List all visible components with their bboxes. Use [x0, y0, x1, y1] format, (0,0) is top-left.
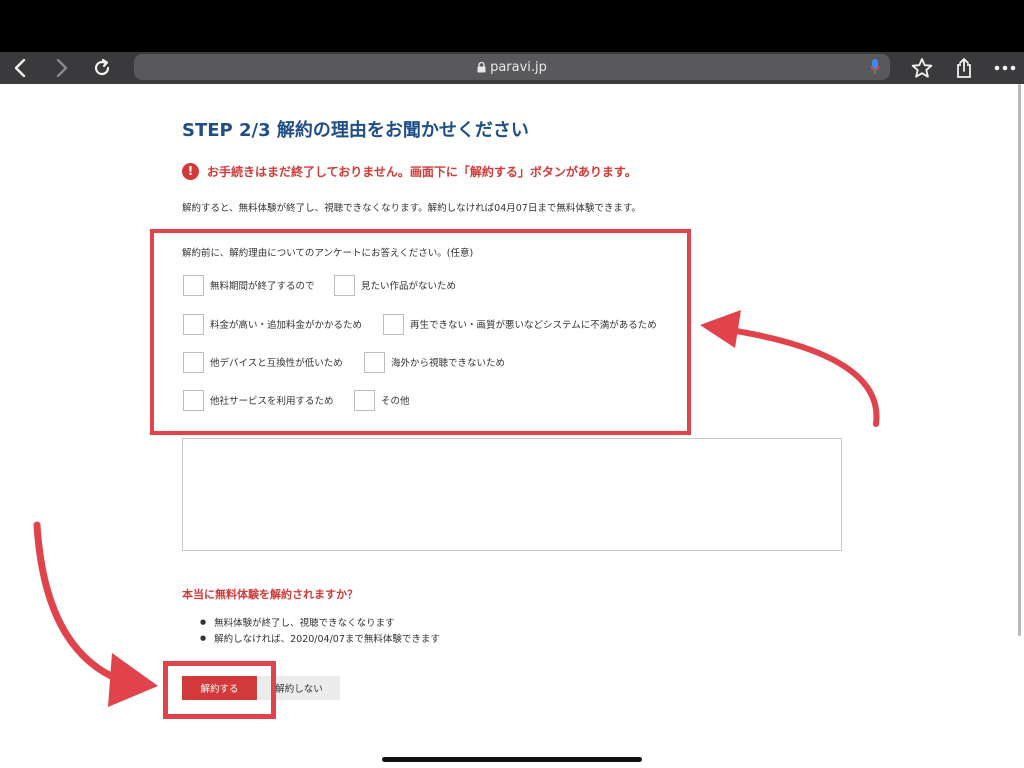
notice-text: お手続きはまだ終了しておりません。画面下に「解約する」ボタンがあります。 [207, 164, 637, 179]
cancellation-description: 解約すると、無料体験が終了し、視聴できなくなります。解約しなければ04月07日ま… [182, 203, 641, 214]
chevron-right-icon [56, 59, 68, 77]
more-dots-icon [994, 65, 1016, 71]
reason-comment-textarea[interactable] [182, 438, 842, 551]
confirm-bullet: 解約しなければ、2020/04/07まで無料体験できます [200, 631, 440, 645]
reload-icon [94, 58, 110, 76]
alert-icon: ! [182, 162, 199, 180]
forward-button[interactable] [50, 52, 74, 84]
star-icon [911, 58, 933, 78]
survey-highlight-box [150, 229, 691, 435]
notice-message: ! お手続きはまだ終了しておりません。画面下に「解約する」ボタンがあります。 [182, 162, 637, 180]
chevron-left-icon [14, 59, 26, 77]
button-highlight-box [163, 661, 276, 719]
home-indicator [382, 757, 642, 762]
url-text: paravi.jp [490, 59, 547, 75]
address-bar[interactable]: paravi.jp [134, 54, 890, 80]
confirm-bullet: 無料体験が終了し、視聴できなくなります [200, 615, 395, 629]
status-bar [0, 0, 1024, 52]
mic-icon[interactable] [870, 58, 880, 76]
confirm-heading: 本当に無料体験を解約されますか？ [182, 588, 358, 601]
lock-icon [477, 61, 486, 72]
share-icon [957, 58, 971, 78]
bookmark-button[interactable] [910, 52, 934, 84]
reload-button[interactable] [90, 52, 114, 84]
more-button[interactable] [992, 52, 1018, 84]
scrollbar[interactable] [1018, 84, 1021, 636]
share-button[interactable] [952, 52, 976, 84]
page-title: STEP 2/3 解約の理由をお聞かせください [182, 120, 529, 141]
back-button[interactable] [8, 52, 32, 84]
